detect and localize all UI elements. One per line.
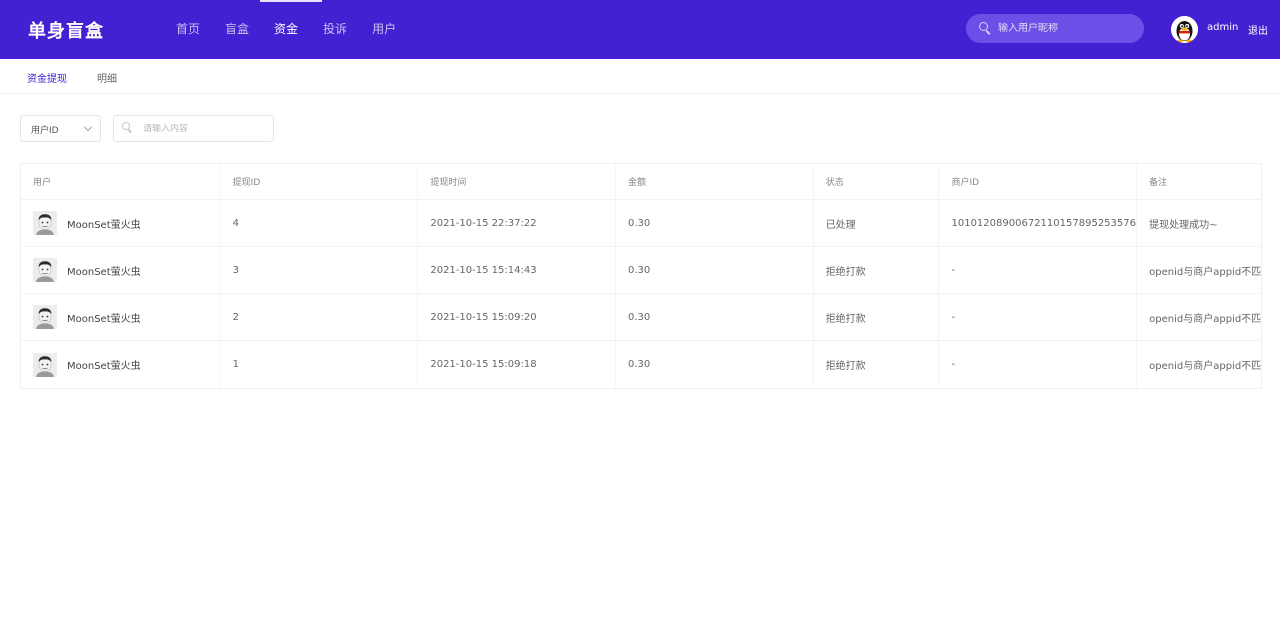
cell-remark: 提现处理成功~ [1149, 219, 1218, 231]
top-header: 单身盲盒 首页 盲盒 资金 投诉 用户 admin 退出 [0, 0, 1280, 59]
cell-withdrawal-id: 3 [221, 247, 419, 293]
filter-field-value: 用户ID [31, 126, 59, 136]
header-search[interactable] [966, 14, 1144, 43]
cell-user: MoonSet萤火虫 [21, 294, 221, 340]
nav-blindbox[interactable]: 盲盒 [225, 0, 249, 59]
cell-withdrawal-id: 2 [221, 294, 419, 340]
user-avatar-icon [33, 258, 57, 282]
cell-user: MoonSet萤火虫 [21, 341, 221, 388]
user-avatar-icon [33, 211, 57, 235]
admin-username: admin [1207, 22, 1239, 33]
column-header-withdrawal-time: 提现时间 [418, 164, 617, 199]
column-header-status: 状态 [814, 164, 940, 199]
table-row[interactable]: MoonSet萤火虫 4 2021-10-15 22:37:22 0.30 已处理 101… [21, 200, 1261, 247]
cell-withdrawal-id: 1 [221, 341, 419, 388]
table-row[interactable]: MoonSet萤火虫 2 2021-10-15 15:09:20 0.30 拒绝打款 - o… [21, 294, 1261, 341]
search-icon [122, 122, 135, 135]
column-header-remark: 备注 [1149, 178, 1168, 188]
table-header-row: 用户 提现ID 提现时间 金额 状态 商户ID 备注 [21, 164, 1261, 200]
user-avatar [33, 211, 57, 235]
sub-tabs: 资金提现 明细 [0, 59, 1280, 94]
main-nav: 首页 盲盒 资金 投诉 用户 [176, 0, 421, 59]
user-name: MoonSet萤火虫 [67, 266, 141, 278]
filter-search-box[interactable] [113, 115, 274, 142]
filter-field-select[interactable]: 用户ID [20, 115, 101, 142]
cell-withdrawal-time: 2021-10-15 15:09:18 [418, 341, 617, 388]
cell-merchant-id: 10101208900672110157895253576900 [939, 200, 1138, 246]
search-icon [979, 22, 992, 35]
user-name: MoonSet萤火虫 [67, 219, 141, 231]
user-avatar [33, 258, 57, 282]
cell-merchant-id: - [939, 341, 1138, 388]
nav-complaints[interactable]: 投诉 [323, 0, 347, 59]
column-header-merchant-id: 商户ID [939, 164, 1138, 199]
user-avatar [33, 305, 57, 329]
table-row[interactable]: MoonSet萤火虫 1 2021-10-15 15:09:18 0.30 拒绝打款 - o… [21, 341, 1261, 388]
user-avatar-icon [33, 305, 57, 329]
cell-merchant-id: - [939, 294, 1138, 340]
cell-remark: openid与商户appid不匹配 [1149, 361, 1261, 372]
app-logo[interactable]: 单身盲盒 [28, 17, 104, 43]
column-header-withdrawal-id: 提现ID [221, 164, 419, 199]
admin-avatar[interactable] [1171, 16, 1198, 43]
table-row[interactable]: MoonSet萤火虫 3 2021-10-15 15:14:43 0.30 拒绝打款 - o… [21, 247, 1261, 294]
nav-funds[interactable]: 资金 [260, 0, 323, 59]
table-body: MoonSet萤火虫 4 2021-10-15 22:37:22 0.30 已处理 101… [21, 200, 1261, 388]
cell-merchant-id: - [939, 247, 1138, 293]
penguin-avatar-icon [1171, 16, 1198, 43]
cell-amount: 0.30 [616, 247, 814, 293]
cell-amount: 0.30 [616, 294, 814, 340]
cell-withdrawal-time: 2021-10-15 15:09:20 [418, 294, 617, 340]
cell-user: MoonSet萤火虫 [21, 247, 221, 293]
tab-withdrawal[interactable]: 资金提现 [27, 70, 67, 85]
cell-user: MoonSet萤火虫 [21, 200, 221, 246]
cell-remark: openid与商户appid不匹配 [1149, 313, 1261, 325]
cell-amount: 0.30 [616, 200, 814, 246]
filter-search-input[interactable] [143, 123, 273, 134]
cell-status: 拒绝打款 [814, 247, 940, 293]
column-header-amount: 金额 [616, 164, 814, 199]
column-header-user: 用户 [21, 164, 221, 199]
nickname-search-input[interactable] [998, 23, 1138, 34]
cell-status: 已处理 [814, 200, 940, 246]
cell-withdrawal-id: 4 [221, 200, 419, 246]
cell-remark: openid与商户appid不匹配 [1149, 266, 1261, 278]
user-name: MoonSet萤火虫 [67, 361, 141, 372]
cell-withdrawal-time: 2021-10-15 22:37:22 [418, 200, 617, 246]
tab-details[interactable]: 明细 [97, 70, 117, 85]
withdrawal-table: 用户 提现ID 提现时间 金额 状态 商户ID 备注 MoonSet萤火虫 4 20… [20, 163, 1262, 389]
nav-users[interactable]: 用户 [372, 0, 396, 59]
logout-button[interactable]: 退出 [1248, 22, 1268, 37]
nav-home[interactable]: 首页 [176, 0, 200, 59]
user-avatar [33, 352, 57, 377]
user-name: MoonSet萤火虫 [67, 313, 141, 325]
cell-withdrawal-time: 2021-10-15 15:14:43 [418, 247, 617, 293]
user-avatar-icon [33, 352, 57, 377]
cell-amount: 0.30 [616, 341, 814, 388]
chevron-down-icon [83, 122, 93, 132]
cell-status: 拒绝打款 [814, 294, 940, 340]
cell-status: 拒绝打款 [814, 341, 940, 388]
